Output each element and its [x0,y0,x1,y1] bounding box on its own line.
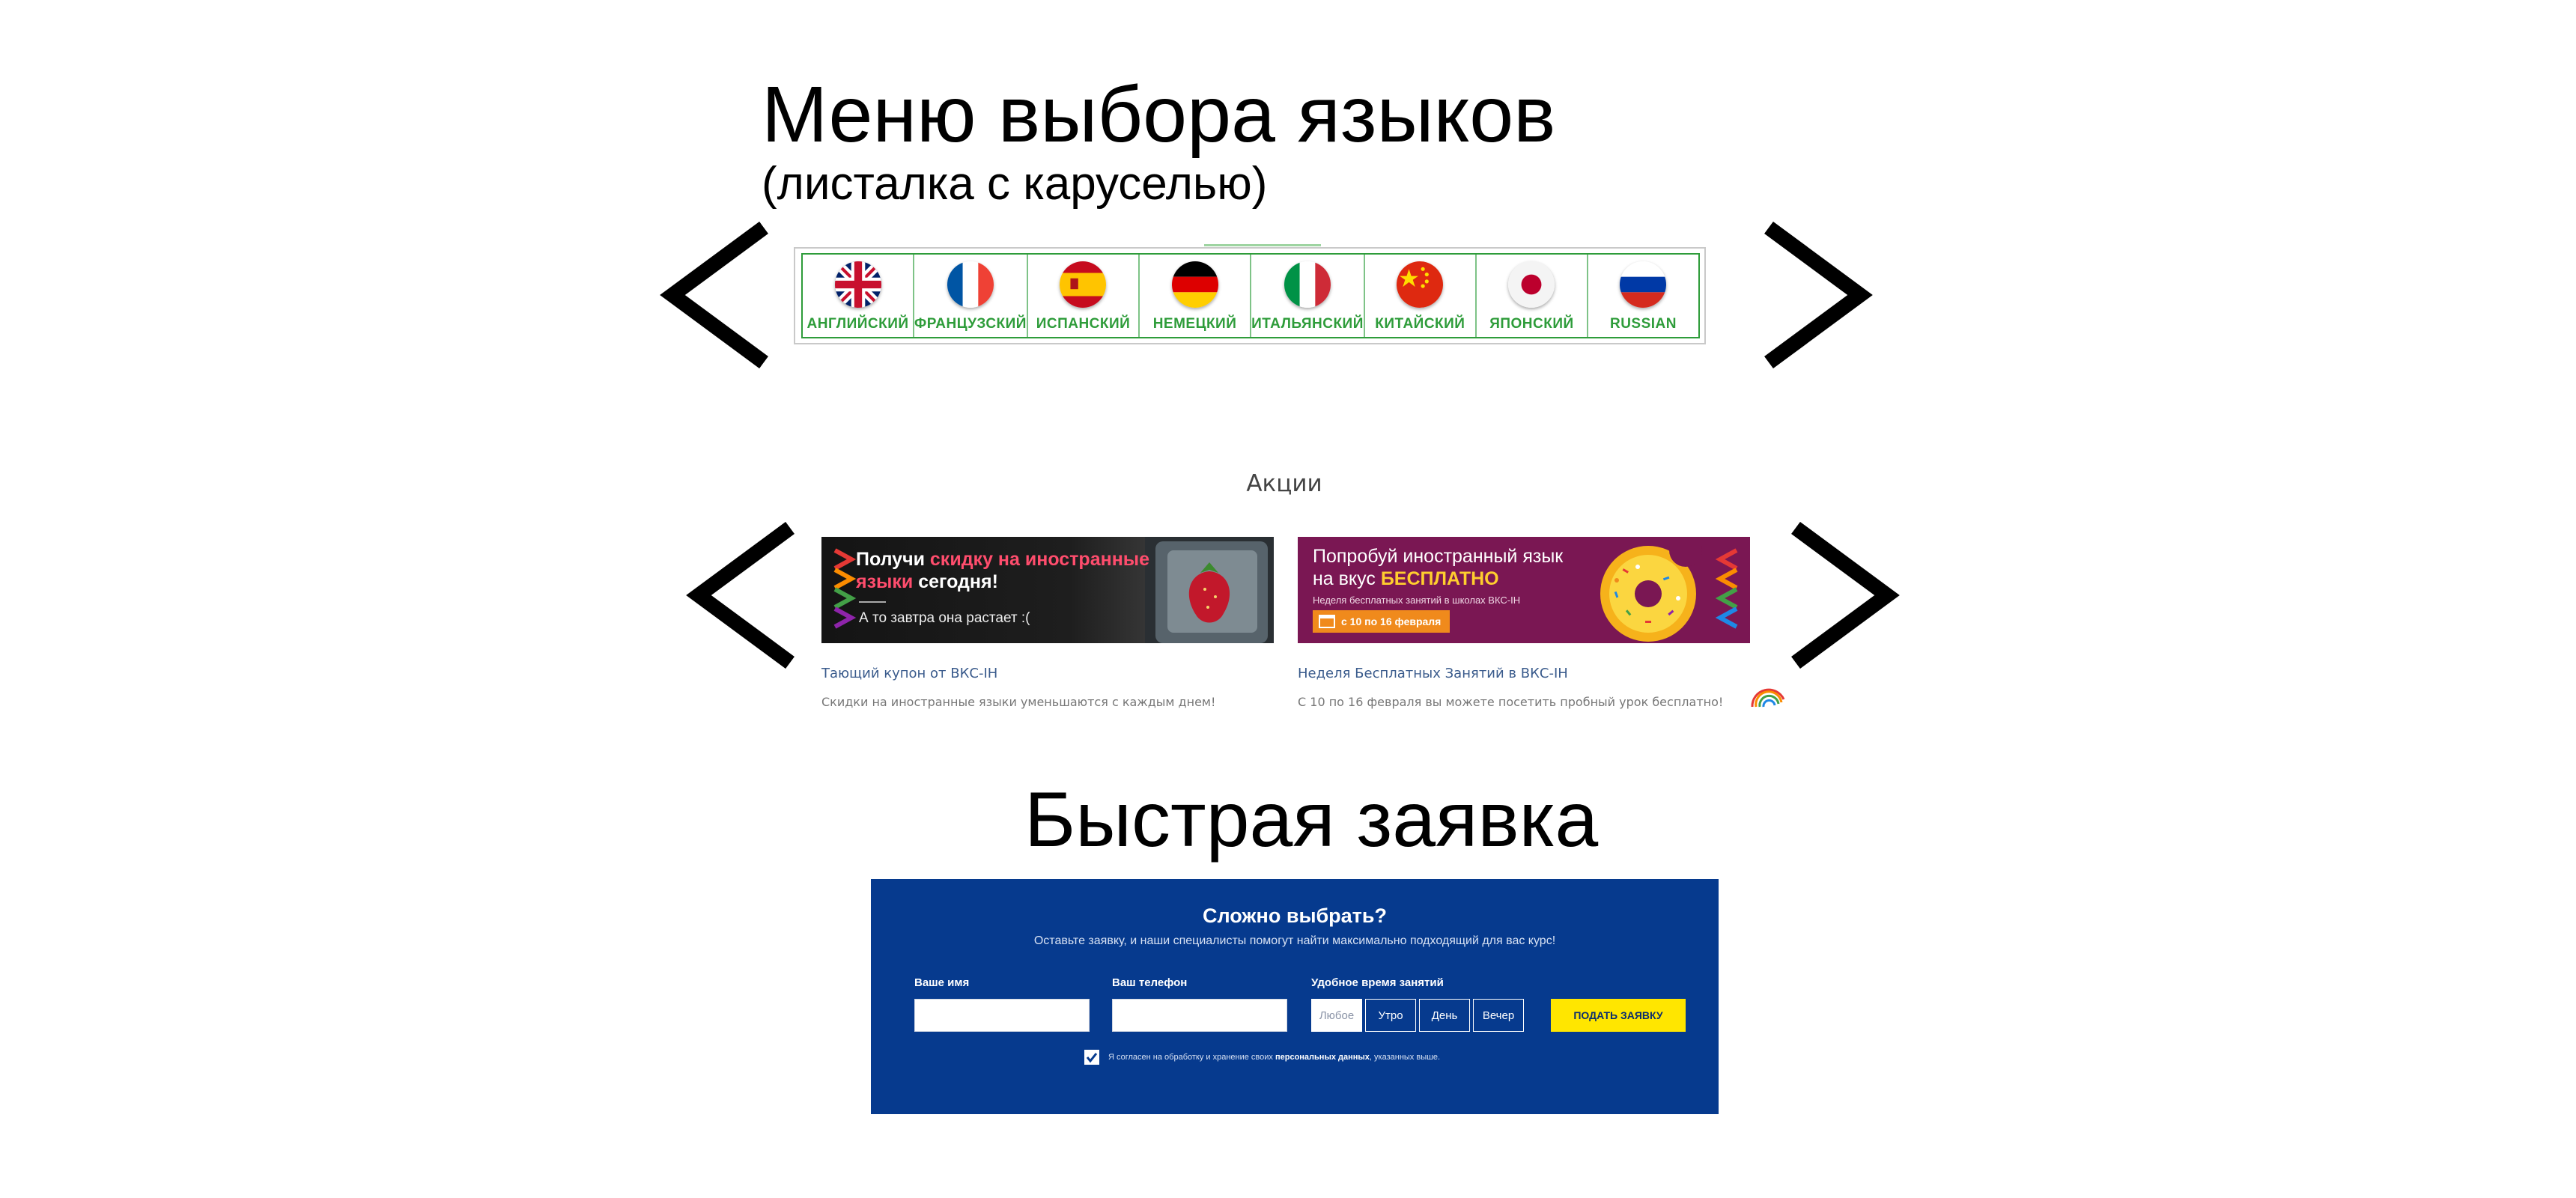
language-menu-title: Меню выбора языков [762,70,1556,159]
personal-data-link[interactable]: персональных данных [1275,1053,1370,1062]
language-carousel-prev-arrow[interactable] [659,222,771,368]
time-field-label: Удобное время занятий [1311,976,1444,989]
name-field-label: Ваше имя [914,976,970,989]
name-input[interactable] [914,999,1090,1032]
france-flag-icon [947,261,994,308]
zigzag-decoration-icon [1716,548,1738,629]
banner-headline-line1: Получи скидку на иностранные [856,549,1150,570]
language-label: ФРАНЦУЗСКИЙ [914,316,1027,332]
language-item-french[interactable]: ФРАНЦУЗСКИЙ [914,255,1028,337]
promotions-next-arrow[interactable] [1788,522,1901,669]
quick-request-title: Быстрая заявка [1024,776,1599,863]
promo-banner-melting-coupon[interactable]: Получи скидку на иностранные языки сегод… [821,537,1274,643]
language-item-russian[interactable]: RUSSIAN [1588,255,1698,337]
phone-field-label: Ваш телефон [1112,976,1188,989]
banner-tagline: Неделя бесплатных занятий в школах ВКС-I… [1313,595,1521,606]
loading-spinner-icon [1748,684,1788,714]
consent-row: Я согласен на обработку и хранение своих… [1084,1050,1440,1065]
time-option-any[interactable]: Любое [1311,999,1362,1032]
time-option-day[interactable]: День [1419,999,1470,1032]
promotions-heading: Акции [1246,470,1322,497]
language-item-chinese[interactable]: КИТАЙСКИЙ [1365,255,1477,337]
promo-card-free-week[interactable]: Попробуй иностранный язык на вкус БЕСПЛА… [1298,537,1750,709]
banner-divider [859,601,886,603]
language-label: ИТАЛЬЯНСКИЙ [1251,316,1364,332]
language-label: RUSSIAN [1609,316,1677,332]
promo-banner-free-week[interactable]: Попробуй иностранный язык на вкус БЕСПЛА… [1298,537,1750,643]
language-carousel-next-arrow[interactable] [1761,222,1874,368]
banner-tagline: А то завтра она растает :( [859,610,1030,626]
promo-link[interactable]: Тающий купон от ВКС-IH [821,666,1274,681]
quick-request-form: Сложно выбрать? Оставьте заявку, и наши … [871,879,1719,1114]
language-strip-indicator [1204,244,1321,246]
promo-link[interactable]: Неделя Бесплатных Занятий в ВКС-IH [1298,666,1750,681]
uk-flag-icon [834,261,881,308]
banner-date-badge: с 10 по 16 февраля [1313,610,1450,633]
promotions-prev-arrow[interactable] [685,522,798,669]
checkmark-icon [1086,1053,1098,1063]
spain-flag-icon [1060,261,1107,308]
phone-input[interactable] [1112,999,1287,1032]
banner-headline-line2: языки сегодня! [856,571,998,592]
germany-flag-icon [1171,261,1218,308]
language-label: НЕМЕЦКИЙ [1152,316,1237,332]
language-item-spanish[interactable]: ИСПАНСКИЙ [1028,255,1140,337]
china-flag-icon [1397,261,1444,308]
language-label: ЯПОНСКИЙ [1489,316,1574,332]
language-strip: АНГЛИЙСКИЙ ФРАНЦУЗСКИЙ ИСПАНСКИЙ НЕМЕЦКИ… [801,253,1700,338]
promo-description: Скидки на иностранные языки уменьшаются … [821,695,1216,709]
language-menu-subtitle: (листалка с каруселью) [762,158,1268,210]
time-option-morning[interactable]: Утро [1365,999,1416,1032]
japan-flag-icon [1508,261,1555,308]
strawberry-image [1145,537,1274,643]
consent-text: Я согласен на обработку и хранение своих… [1108,1053,1441,1062]
calendar-icon [1319,615,1335,628]
banner-headline-line1: Попробуй иностранный язык [1313,546,1564,567]
time-option-evening[interactable]: Вечер [1473,999,1524,1032]
zigzag-decoration-icon [833,548,856,629]
form-title: Сложно выбрать? [1202,904,1388,927]
promo-card-melting-coupon[interactable]: Получи скидку на иностранные языки сегод… [821,537,1274,709]
language-item-japanese[interactable]: ЯПОНСКИЙ [1477,255,1588,337]
promo-description: С 10 по 16 февраля вы можете посетить пр… [1298,695,1724,709]
banner-headline-line2: на вкус БЕСПЛАТНО [1313,568,1499,589]
russia-flag-icon [1620,261,1667,308]
language-item-german[interactable]: НЕМЕЦКИЙ [1140,255,1252,337]
submit-request-button[interactable]: ПОДАТЬ ЗАЯВКУ [1551,999,1686,1032]
language-label: ИСПАНСКИЙ [1036,316,1131,332]
italy-flag-icon [1284,261,1331,308]
donut-image [1600,537,1702,642]
language-item-english[interactable]: АНГЛИЙСКИЙ [803,255,915,337]
language-item-italian[interactable]: ИТАЛЬЯНСКИЙ [1251,255,1365,337]
language-carousel: АНГЛИЙСКИЙ ФРАНЦУЗСКИЙ ИСПАНСКИЙ НЕМЕЦКИ… [794,247,1706,344]
language-label: АНГЛИЙСКИЙ [806,316,909,332]
form-subtitle: Оставьте заявку, и наши специалисты помо… [1033,934,1556,947]
consent-checkbox[interactable] [1084,1050,1099,1065]
language-label: КИТАЙСКИЙ [1375,316,1465,332]
